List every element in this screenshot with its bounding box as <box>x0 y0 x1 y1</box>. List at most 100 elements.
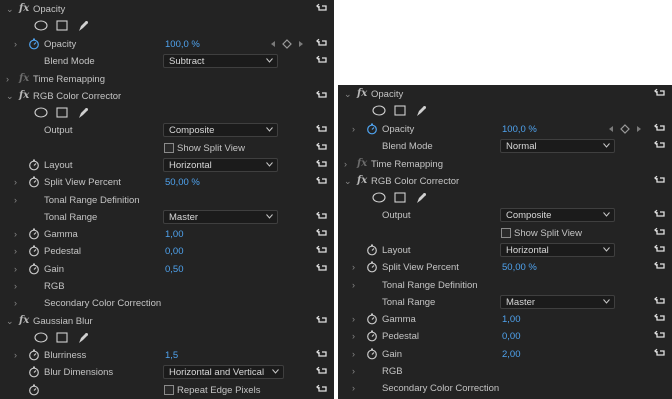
split-view-percent-value[interactable]: 50,00 % <box>502 262 537 273</box>
reset-icon[interactable] <box>654 209 666 221</box>
rectangle-mask-icon[interactable] <box>56 332 68 343</box>
reset-icon[interactable] <box>654 175 666 187</box>
stopwatch-icon[interactable] <box>28 228 40 240</box>
stopwatch-icon[interactable] <box>366 313 378 325</box>
reset-icon[interactable] <box>316 384 328 396</box>
fx-badge[interactable]: fx <box>19 90 29 101</box>
expand-chevron-icon[interactable]: › <box>352 281 360 290</box>
reset-icon[interactable] <box>316 228 328 240</box>
tonal-range-dropdown[interactable]: Master <box>500 295 615 309</box>
tonal-range-definition-row[interactable]: › Tonal Range Definition <box>338 277 672 294</box>
show-split-view-checkbox[interactable] <box>164 143 174 153</box>
expand-chevron-icon[interactable]: › <box>14 265 22 274</box>
collapse-chevron-icon[interactable]: ⌄ <box>6 92 14 101</box>
output-dropdown[interactable]: Composite <box>500 208 615 222</box>
expand-chevron-icon[interactable]: › <box>352 350 360 359</box>
pen-mask-icon[interactable] <box>77 20 89 32</box>
expand-chevron-icon[interactable]: › <box>14 247 22 256</box>
split-view-percent-value[interactable]: 50,00 % <box>165 177 200 188</box>
reset-icon[interactable] <box>316 349 328 361</box>
repeat-edge-pixels-checkbox[interactable] <box>164 385 174 395</box>
time-remapping-header[interactable]: › fx Time Remapping <box>0 71 334 88</box>
reset-icon[interactable] <box>654 123 666 135</box>
tonal-range-dropdown[interactable]: Master <box>163 210 278 224</box>
gain-value[interactable]: 0,50 <box>165 264 184 275</box>
opacity-value[interactable]: 100,0 % <box>502 124 537 135</box>
blend-mode-dropdown[interactable]: Normal <box>500 139 615 153</box>
reset-icon[interactable] <box>316 211 328 223</box>
stopwatch-icon[interactable] <box>28 349 40 361</box>
ellipse-mask-icon[interactable] <box>372 105 386 116</box>
blend-mode-dropdown[interactable]: Subtract <box>163 54 278 68</box>
collapse-chevron-icon[interactable]: ⌄ <box>344 177 352 186</box>
expand-chevron-icon[interactable]: › <box>352 384 360 393</box>
pen-mask-icon[interactable] <box>415 105 427 117</box>
fx-badge[interactable]: fx <box>19 3 29 14</box>
opacity-section-header[interactable]: ⌄ fx Opacity <box>0 1 334 18</box>
pedestal-value[interactable]: 0,00 <box>502 331 521 342</box>
reset-icon[interactable] <box>654 261 666 273</box>
rectangle-mask-icon[interactable] <box>394 192 406 203</box>
stopwatch-icon[interactable] <box>366 244 378 256</box>
ellipse-mask-icon[interactable] <box>34 332 48 343</box>
expand-chevron-icon[interactable]: › <box>14 178 22 187</box>
reset-icon[interactable] <box>654 244 666 256</box>
blurriness-value[interactable]: 1,5 <box>165 350 178 361</box>
expand-chevron-icon[interactable]: › <box>352 367 360 376</box>
ellipse-mask-icon[interactable] <box>34 20 48 31</box>
reset-icon[interactable] <box>316 159 328 171</box>
rgb-group-row[interactable]: › RGB <box>0 278 334 295</box>
stopwatch-icon[interactable] <box>28 176 40 188</box>
gaussian-blur-header[interactable]: ⌄ fx Gaussian Blur <box>0 313 334 330</box>
reset-icon[interactable] <box>316 90 328 102</box>
blur-dimensions-dropdown[interactable]: Horizontal and Vertical <box>163 365 284 379</box>
reset-icon[interactable] <box>654 227 666 239</box>
secondary-color-correction-row[interactable]: › Secondary Color Correction <box>0 295 334 312</box>
rectangle-mask-icon[interactable] <box>56 20 68 31</box>
stopwatch-icon[interactable] <box>366 261 378 273</box>
stopwatch-icon[interactable] <box>28 159 40 171</box>
keyframe-navigator[interactable] <box>270 39 304 49</box>
expand-chevron-icon[interactable]: › <box>14 40 22 49</box>
reset-icon[interactable] <box>316 263 328 275</box>
fx-badge[interactable]: fx <box>357 175 367 186</box>
reset-icon[interactable] <box>654 313 666 325</box>
expand-chevron-icon[interactable]: › <box>352 315 360 324</box>
expand-chevron-icon[interactable]: › <box>14 351 22 360</box>
reset-icon[interactable] <box>316 245 328 257</box>
rgb-color-corrector-header[interactable]: ⌄ fx RGB Color Corrector <box>338 173 672 190</box>
gain-value[interactable]: 2,00 <box>502 349 521 360</box>
reset-icon[interactable] <box>654 140 666 152</box>
time-remapping-header[interactable]: › fx Time Remapping <box>338 156 672 173</box>
pen-mask-icon[interactable] <box>77 332 89 344</box>
rgb-color-corrector-header[interactable]: ⌄ fx RGB Color Corrector <box>0 88 334 105</box>
gamma-value[interactable]: 1,00 <box>165 229 184 240</box>
gamma-value[interactable]: 1,00 <box>502 314 521 325</box>
collapse-chevron-icon[interactable]: ⌄ <box>6 317 14 326</box>
expand-chevron-icon[interactable]: › <box>344 160 352 169</box>
fx-badge[interactable]: fx <box>19 315 29 326</box>
reset-icon[interactable] <box>316 124 328 136</box>
reset-icon[interactable] <box>316 38 328 50</box>
expand-chevron-icon[interactable]: › <box>6 75 14 84</box>
rgb-group-row[interactable]: › RGB <box>338 363 672 380</box>
output-dropdown[interactable]: Composite <box>163 123 278 137</box>
expand-chevron-icon[interactable]: › <box>14 196 22 205</box>
stopwatch-icon[interactable] <box>28 38 40 50</box>
opacity-section-header[interactable]: ⌄ fx Opacity <box>338 86 672 103</box>
expand-chevron-icon[interactable]: › <box>14 230 22 239</box>
reset-icon[interactable] <box>654 88 666 100</box>
stopwatch-icon[interactable] <box>366 330 378 342</box>
stopwatch-icon[interactable] <box>28 384 40 396</box>
stopwatch-icon[interactable] <box>28 245 40 257</box>
expand-chevron-icon[interactable]: › <box>352 332 360 341</box>
expand-chevron-icon[interactable]: › <box>14 299 22 308</box>
expand-chevron-icon[interactable]: › <box>352 263 360 272</box>
stopwatch-icon[interactable] <box>28 263 40 275</box>
show-split-view-checkbox[interactable] <box>501 228 511 238</box>
reset-icon[interactable] <box>316 176 328 188</box>
reset-icon[interactable] <box>316 142 328 154</box>
reset-icon[interactable] <box>316 3 328 15</box>
stopwatch-icon[interactable] <box>366 348 378 360</box>
ellipse-mask-icon[interactable] <box>372 192 386 203</box>
